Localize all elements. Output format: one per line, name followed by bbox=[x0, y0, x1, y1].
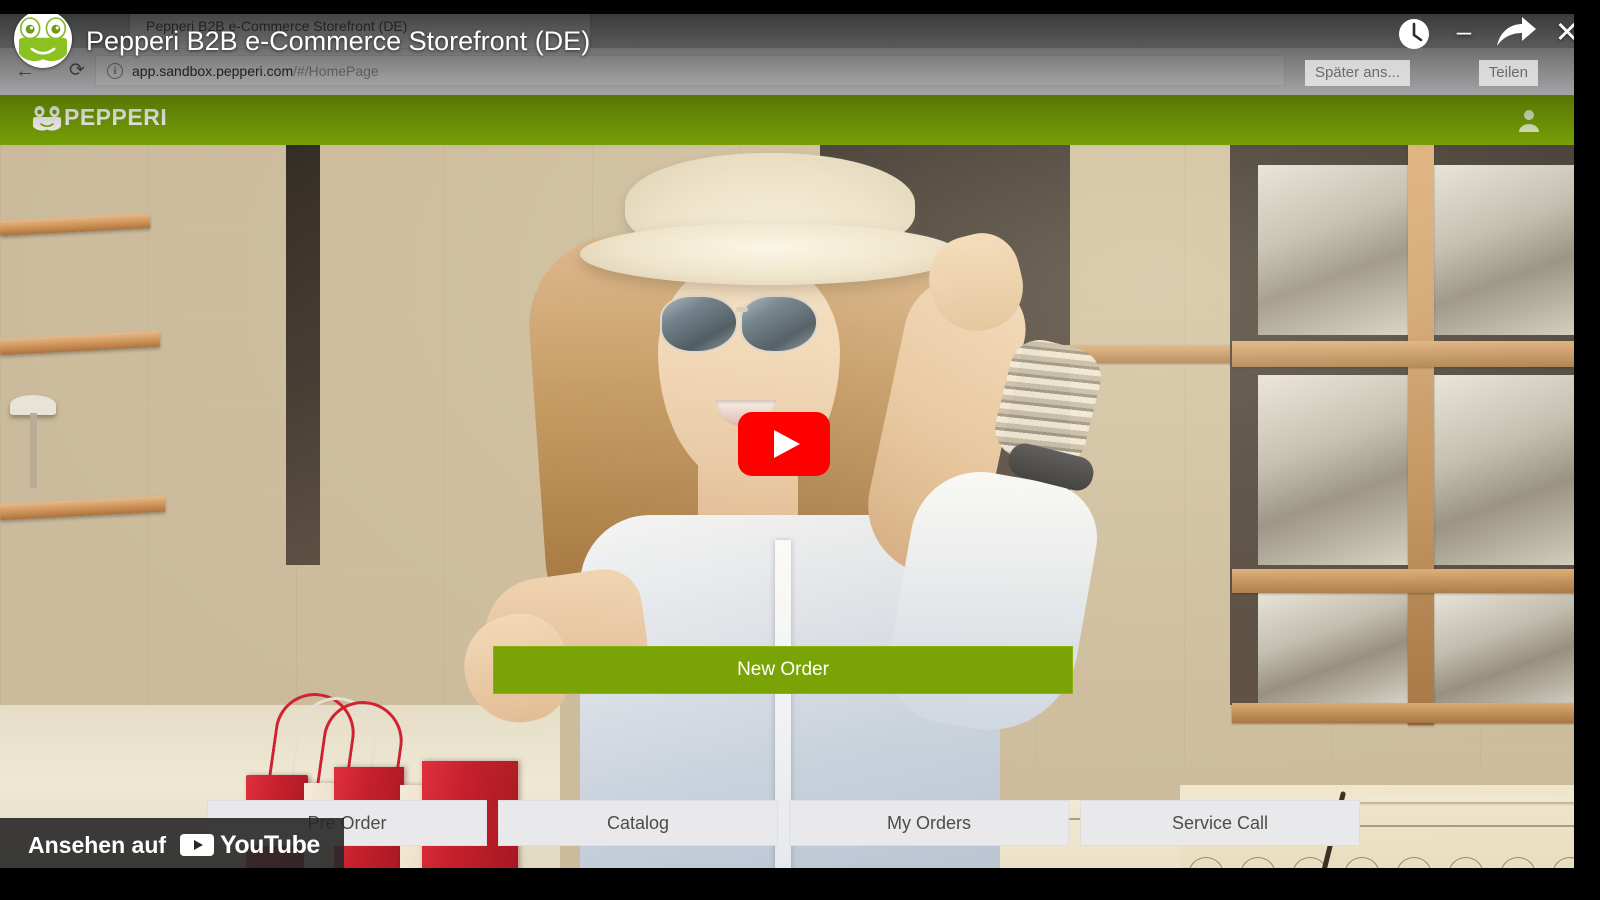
pepperi-frog-avatar-icon[interactable] bbox=[14, 10, 72, 68]
address-bar-url: app.sandbox.pepperi.com/#/HomePage bbox=[132, 63, 379, 79]
share-arrow-glyph bbox=[1497, 17, 1536, 46]
window-glass bbox=[1258, 375, 1408, 565]
sunglasses-bridge bbox=[736, 307, 748, 312]
clock-glyph bbox=[1399, 19, 1429, 49]
user-account-icon[interactable] bbox=[1516, 107, 1542, 133]
pepperi-app: PEPPERI New Order Pre Order Catalog My O… bbox=[0, 95, 1600, 900]
watch-on-youtube-button[interactable]: Ansehen auf YouTube bbox=[0, 818, 344, 872]
tile-catalog[interactable]: Catalog bbox=[498, 800, 778, 846]
brand-name: PEPPERI bbox=[64, 104, 168, 130]
shirt-placket bbox=[775, 540, 791, 900]
url-path: /#/HomePage bbox=[293, 62, 379, 79]
window-glass bbox=[1432, 165, 1592, 335]
lamp-post bbox=[30, 413, 37, 488]
brand-lockup[interactable]: PEPPERI bbox=[33, 104, 167, 131]
letterbox-bar-right bbox=[1574, 0, 1600, 900]
window-glass bbox=[1432, 375, 1592, 565]
youtube-play-button-icon[interactable] bbox=[738, 412, 830, 476]
clock-watch-later-icon[interactable] bbox=[1394, 14, 1434, 54]
share-arrow-icon[interactable] bbox=[1494, 14, 1538, 54]
youtube-video-title[interactable]: Pepperi B2B e-Commerce Storefront (DE) bbox=[86, 26, 590, 57]
lamp-fixture bbox=[10, 395, 56, 415]
app-header: PEPPERI bbox=[0, 95, 1600, 145]
hero-photo bbox=[0, 145, 1600, 900]
window-transom bbox=[1232, 341, 1600, 367]
info-circle-icon[interactable]: i bbox=[107, 62, 123, 79]
window-glass bbox=[1258, 165, 1408, 335]
window-mullion bbox=[1408, 145, 1434, 725]
sun-hat-brim bbox=[580, 223, 960, 285]
minimize-icon[interactable]: – bbox=[1450, 14, 1478, 54]
pepperi-frog-avatar-glyph bbox=[19, 16, 67, 61]
address-bar[interactable]: i app.sandbox.pepperi.com/#/HomePage bbox=[95, 55, 1285, 86]
youtube-wordmark: YouTube bbox=[180, 831, 320, 860]
watch-on-label: Ansehen auf bbox=[28, 831, 167, 858]
pepperi-frog-logo-icon bbox=[33, 105, 61, 131]
window-recess bbox=[286, 145, 320, 565]
tile-service-call[interactable]: Service Call bbox=[1080, 800, 1360, 846]
window-glass bbox=[1432, 593, 1592, 703]
youtube-wordmark-text: YouTube bbox=[220, 830, 320, 859]
window-sill bbox=[1232, 703, 1600, 723]
url-host: app.sandbox.pepperi.com bbox=[132, 62, 294, 79]
youtube-wordmark-play-icon bbox=[180, 834, 215, 856]
screenshot-stage: Pepperi B2B e-Commerce Storefront (DE) ←… bbox=[0, 0, 1600, 900]
new-order-button[interactable]: New Order bbox=[493, 646, 1073, 694]
letterbox-bar-top bbox=[0, 0, 1600, 14]
window-transom bbox=[1232, 569, 1600, 593]
tile-my-orders[interactable]: My Orders bbox=[789, 800, 1069, 846]
window-glass bbox=[1258, 593, 1408, 703]
letterbox-bar-bottom bbox=[0, 868, 1600, 900]
youtube-video-frame: Pepperi B2B e-Commerce Storefront (DE) ←… bbox=[0, 0, 1600, 900]
